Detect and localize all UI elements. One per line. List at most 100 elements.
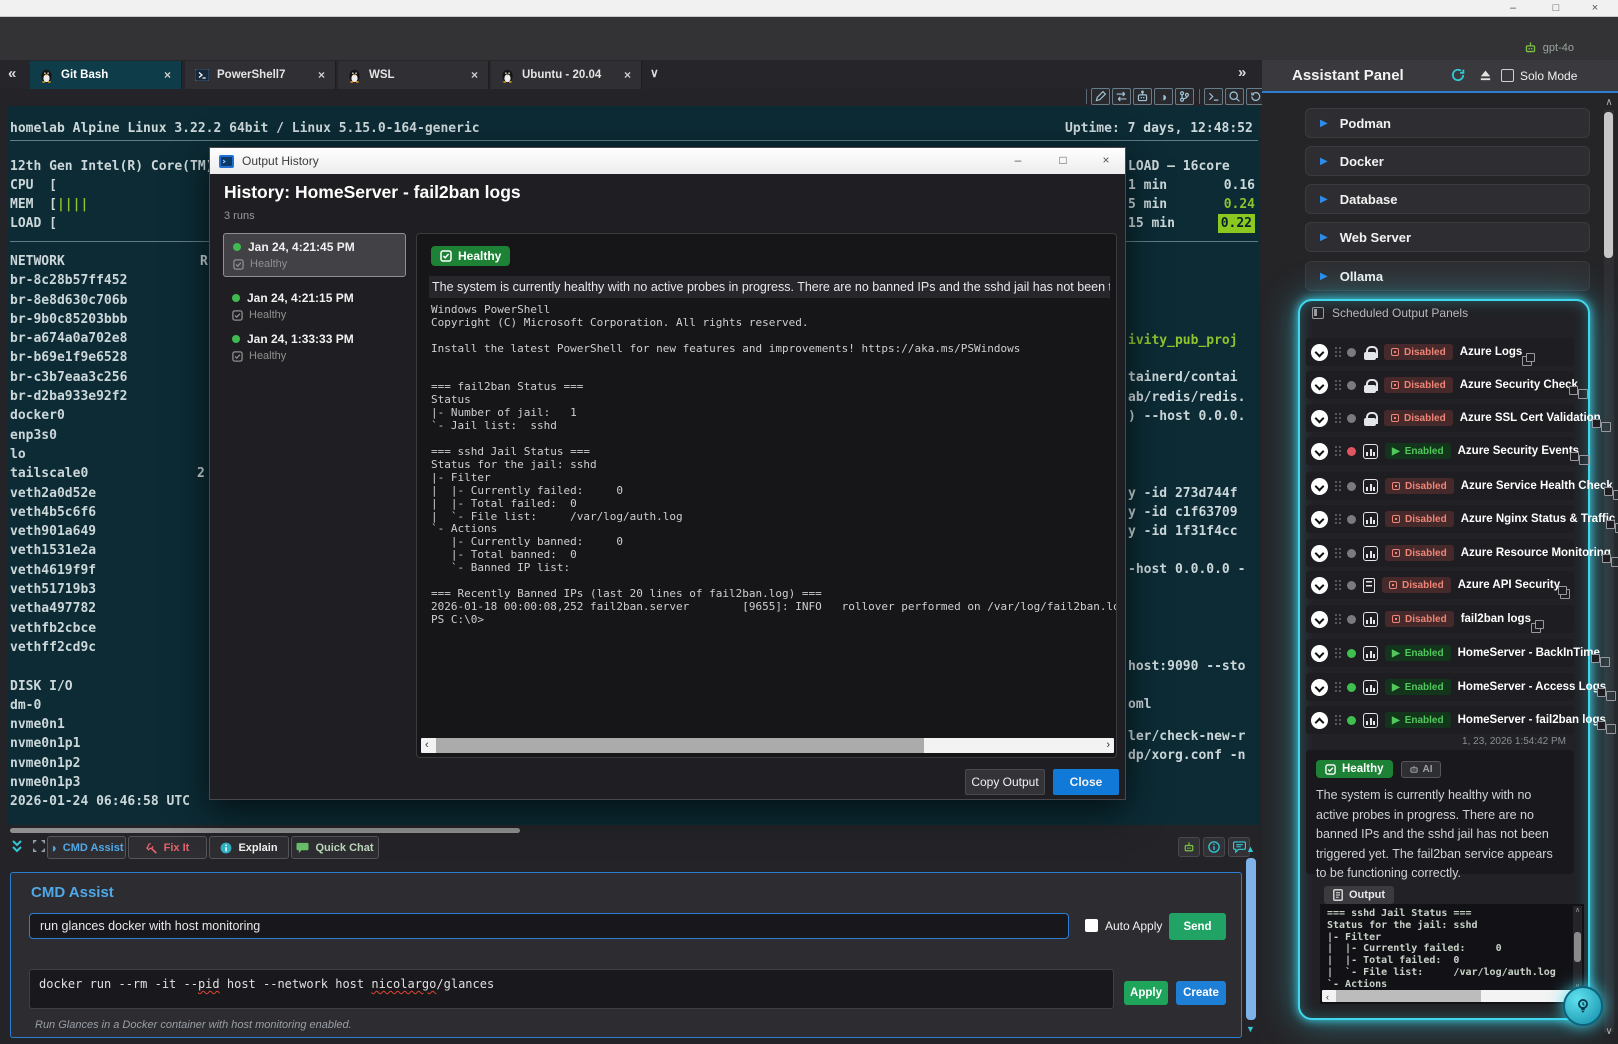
generated-command-box[interactable]: docker run --rm -it --pid host --network…: [29, 969, 1114, 1009]
modal-minimize-icon[interactable]: –: [1005, 153, 1031, 167]
modal-titlebar[interactable]: Output History – □ ×: [210, 148, 1125, 174]
close-button[interactable]: Close: [1053, 769, 1119, 795]
scrollbar-thumb[interactable]: [1336, 990, 1481, 1002]
scheduled-row[interactable]: Disabled Azure Nginx Status & Traffic: [1306, 505, 1574, 533]
open-panel-icon[interactable]: [1560, 586, 1567, 599]
drag-handle-icon[interactable]: [1335, 580, 1337, 582]
half-circle-icon[interactable]: ◑: [1154, 88, 1173, 105]
output-horizontal-scrollbar[interactable]: ‹ ›: [421, 738, 1114, 753]
scroll-down-icon[interactable]: ▼: [1246, 1024, 1255, 1034]
bottom-scrollbar-thumb[interactable]: [1246, 858, 1256, 1020]
auto-apply-checkbox[interactable]: [1085, 919, 1098, 932]
scroll-left-icon[interactable]: ‹: [1326, 991, 1329, 1004]
modal-close-icon[interactable]: ×: [1093, 153, 1119, 167]
scheduled-row[interactable]: Disabled Azure SSL Cert Validation: [1306, 404, 1574, 432]
scroll-right-icon[interactable]: ›: [1106, 739, 1110, 752]
mini-vscrollbar-thumb[interactable]: [1574, 932, 1581, 962]
tabs-overflow-icon[interactable]: »: [1238, 64, 1246, 81]
solo-mode-checkbox[interactable]: [1501, 69, 1514, 82]
swap-arrows-icon[interactable]: [1112, 88, 1131, 105]
section-podman[interactable]: ▶Podman: [1305, 108, 1590, 138]
mini-output-box[interactable]: === sshd Jail Status === Status for the …: [1320, 904, 1584, 1004]
send-button[interactable]: Send: [1169, 913, 1226, 940]
terminal-horizontal-scrollbar[interactable]: [10, 828, 520, 833]
git-branch-icon[interactable]: [1175, 88, 1194, 105]
drag-handle-icon[interactable]: [1335, 648, 1337, 650]
mini-vscrollbar-track[interactable]: ∧ ∨: [1573, 906, 1582, 990]
scheduled-row[interactable]: Disabled fail2ban logs: [1306, 605, 1574, 633]
panel-scroll-up-icon[interactable]: ∧: [1603, 97, 1615, 108]
cmd-assist-input[interactable]: [29, 913, 1069, 939]
fix-it-button[interactable]: Fix It: [128, 836, 207, 859]
drag-handle-icon[interactable]: [1335, 682, 1337, 684]
quick-chat-button[interactable]: Quick Chat: [291, 836, 379, 859]
tab-ubuntu[interactable]: Ubuntu - 20.04 ×: [491, 61, 642, 89]
scheduled-row[interactable]: Disabled Azure Resource Monitoring: [1306, 539, 1574, 567]
drag-handle-icon[interactable]: [1335, 614, 1337, 616]
window-close-icon[interactable]: ×: [1580, 0, 1610, 16]
apply-button[interactable]: Apply: [1124, 981, 1168, 1005]
section-database[interactable]: ▶Database: [1305, 184, 1590, 214]
scroll-up-icon[interactable]: ▲: [1246, 844, 1255, 854]
drag-handle-icon[interactable]: [1335, 715, 1337, 717]
panel-scroll-down-icon[interactable]: ∨: [1603, 1026, 1615, 1037]
expand-panel-icon[interactable]: [32, 839, 46, 858]
section-docker[interactable]: ▶Docker: [1305, 146, 1590, 176]
terminal-prompt-icon[interactable]: [1204, 88, 1223, 105]
chevron-down-icon[interactable]: [1311, 377, 1328, 394]
collapse-all-icon[interactable]: [1478, 68, 1493, 87]
search-icon[interactable]: [1225, 88, 1244, 105]
open-panel-icon[interactable]: [1522, 353, 1535, 366]
tab-wsl[interactable]: WSL ×: [338, 61, 489, 89]
run-item[interactable]: Jan 24, 4:21:15 PM Healthy: [223, 285, 406, 327]
drag-handle-icon[interactable]: [1335, 446, 1337, 448]
robot-mini-button[interactable]: [1178, 837, 1200, 857]
explain-button[interactable]: Explain: [209, 836, 289, 859]
copy-output-button[interactable]: Copy Output: [965, 769, 1045, 795]
tab-close-icon[interactable]: ×: [318, 68, 325, 82]
drag-handle-icon[interactable]: [1335, 347, 1337, 349]
window-minimize-icon[interactable]: –: [1498, 0, 1528, 16]
chevron-down-icon[interactable]: [1311, 611, 1328, 628]
run-item[interactable]: Jan 24, 4:21:45 PM Healthy: [223, 233, 406, 277]
chevron-down-icon[interactable]: [1311, 344, 1328, 361]
drag-handle-icon[interactable]: [1335, 548, 1337, 550]
chevron-down-icon[interactable]: [1311, 478, 1328, 495]
model-chip[interactable]: gpt-4o: [1524, 41, 1574, 54]
panel-scrollbar-thumb[interactable]: [1604, 112, 1613, 258]
idea-floating-button[interactable]: [1563, 986, 1603, 1026]
scheduled-row[interactable]: Disabled Azure Logs: [1306, 338, 1574, 366]
scheduled-row[interactable]: ▶Enabled Azure Security Events: [1306, 437, 1574, 465]
tab-close-icon[interactable]: ×: [164, 68, 171, 82]
chevron-down-icon[interactable]: [1311, 645, 1328, 662]
scheduled-row[interactable]: ▶Enabled HomeServer - Access Logs: [1306, 673, 1574, 701]
run-item[interactable]: Jan 24, 1:33:33 PM Healthy: [223, 326, 406, 368]
chevron-down-icon[interactable]: [1311, 410, 1328, 427]
chevron-down-icon[interactable]: [1311, 443, 1328, 460]
drag-handle-icon[interactable]: [1335, 481, 1337, 483]
modal-maximize-icon[interactable]: □: [1050, 153, 1076, 167]
section-web-server[interactable]: ▶Web Server: [1305, 222, 1590, 252]
scheduled-row[interactable]: ▶Enabled HomeServer - BackInTime: [1306, 639, 1574, 667]
info-mini-button[interactable]: [1203, 837, 1225, 857]
robot-assistant-icon[interactable]: [1133, 88, 1152, 105]
scheduled-row-expanded[interactable]: ▶Enabled HomeServer - fail2ban logs: [1306, 706, 1574, 734]
scroll-up-icon[interactable]: ∧: [1573, 906, 1582, 914]
tabs-collapse-icon[interactable]: «: [8, 65, 16, 82]
scrollbar-thumb[interactable]: [436, 738, 924, 753]
section-ollama[interactable]: ▶Ollama: [1305, 261, 1590, 291]
refresh-icon[interactable]: [1450, 67, 1466, 88]
tab-powershell7[interactable]: PowerShell7 ×: [185, 61, 336, 89]
tab-close-icon[interactable]: ×: [624, 68, 631, 82]
open-panel-icon[interactable]: [1531, 620, 1544, 633]
mini-hscrollbar[interactable]: ‹ ›: [1322, 990, 1582, 1002]
chevron-up-icon[interactable]: [1311, 712, 1328, 729]
tab-close-icon[interactable]: ×: [471, 68, 478, 82]
drag-handle-icon[interactable]: [1335, 380, 1337, 382]
create-button[interactable]: Create: [1176, 981, 1226, 1005]
chevron-down-icon[interactable]: [1311, 545, 1328, 562]
drag-handle-icon[interactable]: [1335, 413, 1337, 415]
chevron-down-icon[interactable]: [1311, 511, 1328, 528]
cmd-assist-toolbar-button[interactable]: ◑ CMD Assist: [47, 836, 126, 859]
collapse-panel-icon[interactable]: [10, 839, 24, 859]
